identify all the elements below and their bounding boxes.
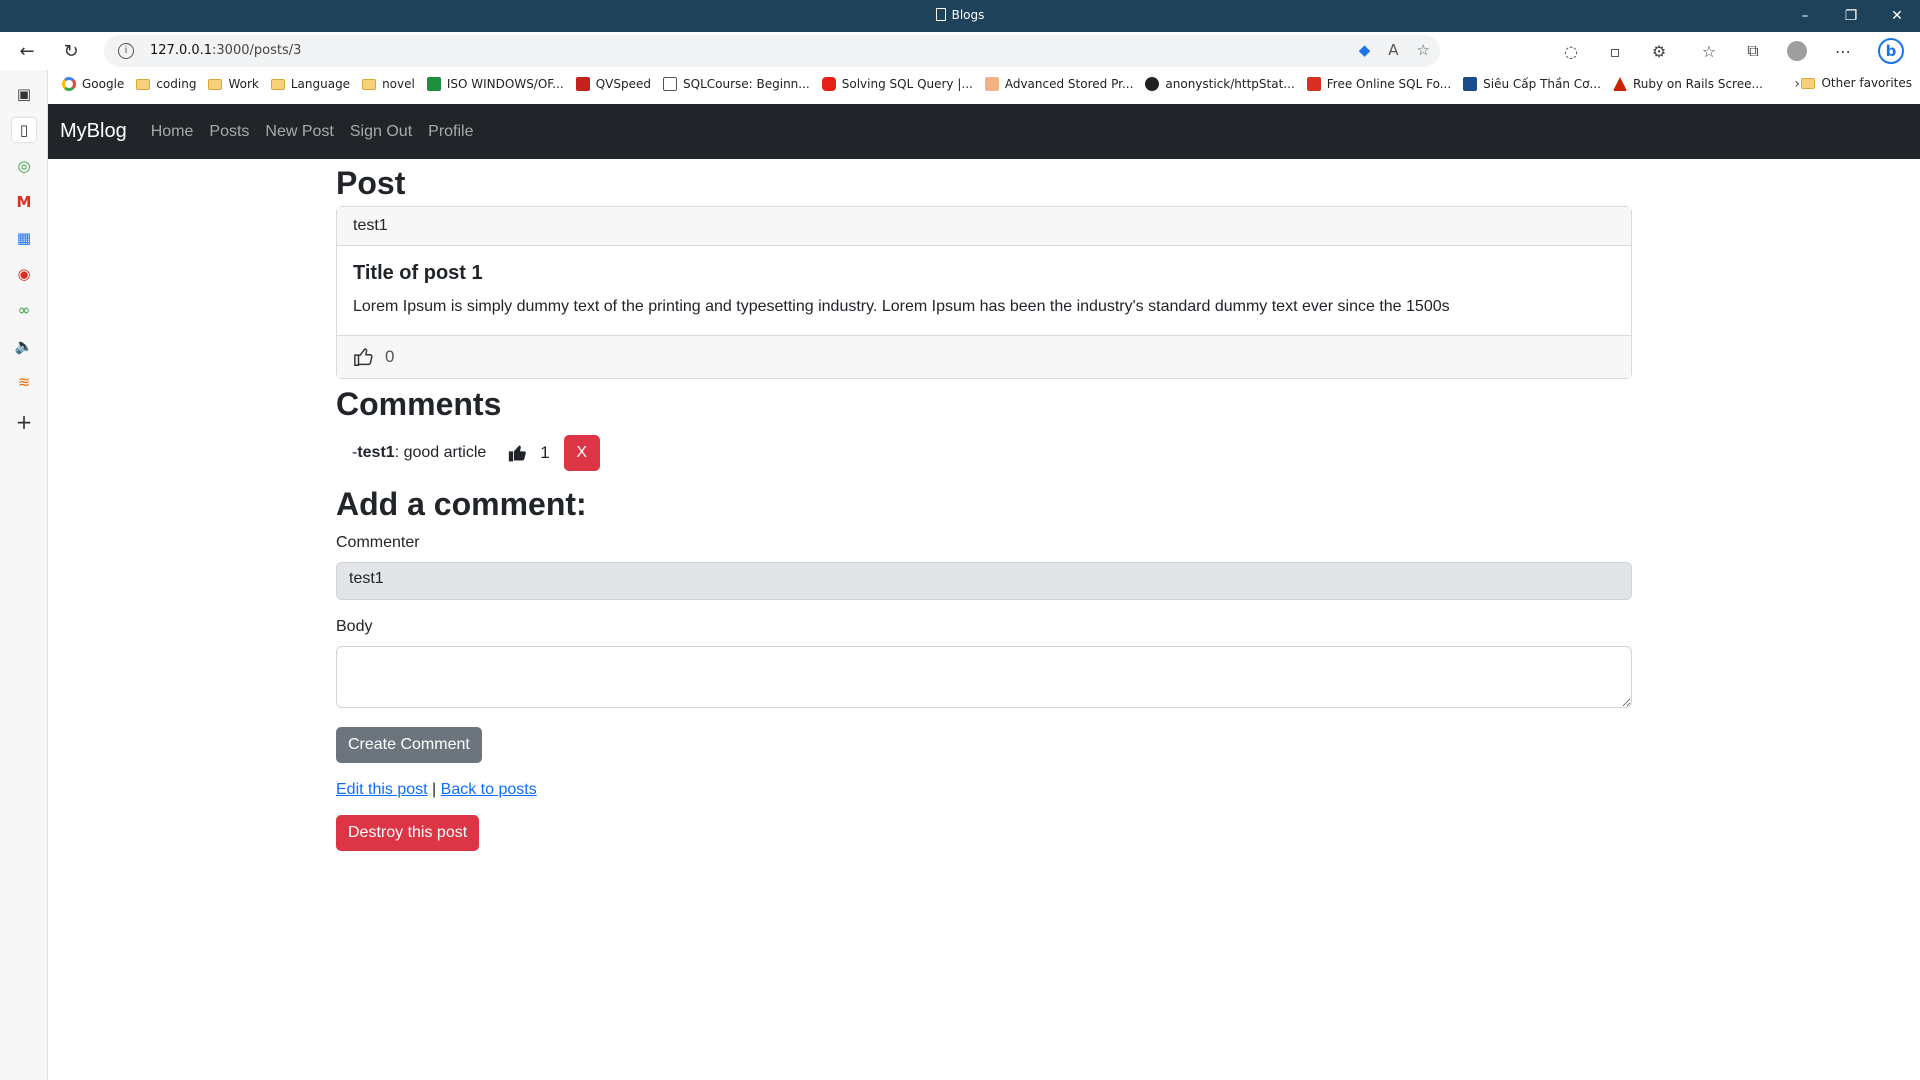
- add-icon[interactable]: +: [12, 410, 36, 434]
- gmail-icon[interactable]: M: [12, 190, 36, 214]
- bookmark-item[interactable]: Work: [208, 77, 259, 91]
- nav-profile[interactable]: Profile: [428, 123, 473, 141]
- thumbs-up-outline-icon[interactable]: [353, 346, 375, 368]
- nav-posts[interactable]: Posts: [209, 123, 249, 141]
- bookmark-favicon-icon: [1306, 77, 1321, 91]
- favorite-star-icon[interactable]: ☆: [1417, 41, 1430, 59]
- folder-icon: [208, 78, 223, 90]
- bookmarks-overflow-chevron-icon[interactable]: ›: [1794, 76, 1800, 92]
- window-title: Blogs: [951, 8, 985, 22]
- comments-heading: Comments: [336, 385, 502, 422]
- bookmarks-bar: Google coding Work Language novel ISO WINDOWS…: [50, 70, 1920, 98]
- create-comment-button[interactable]: Create Comment: [336, 726, 482, 763]
- favorites-icon[interactable]: ☆: [1696, 38, 1722, 64]
- bookmark-favicon-icon: [1145, 77, 1160, 91]
- destroy-post-button[interactable]: Destroy this post: [336, 814, 480, 851]
- browser-toolbar: ← ↻ i 127.0.0.1:3000/posts/3 ◆ A ☆ ◌ ▫ ⚙…: [0, 32, 1920, 70]
- bookmark-favicon-icon: [426, 77, 441, 91]
- comment-body: : good article: [394, 444, 487, 462]
- bookmark-item[interactable]: Language: [270, 77, 350, 91]
- folder-icon: [136, 78, 151, 90]
- back-arrow-icon[interactable]: ←: [14, 38, 40, 64]
- bookmark-favicon-icon: [1612, 77, 1627, 91]
- page-tab-icon[interactable]: ▯: [12, 118, 36, 142]
- commenter-field[interactable]: test1: [336, 561, 1632, 600]
- bookmark-item[interactable]: Google: [62, 77, 124, 91]
- refresh-icon[interactable]: ↻: [58, 38, 84, 64]
- infinity-icon[interactable]: ∞: [12, 298, 36, 322]
- app-navbar: MyBlog Home Posts New Post Sign Out Prof…: [48, 104, 1920, 159]
- delete-comment-button[interactable]: X: [563, 435, 600, 472]
- nav-sign-out[interactable]: Sign Out: [350, 123, 412, 141]
- brand-link[interactable]: MyBlog: [60, 120, 127, 143]
- bookmark-item[interactable]: Free Online SQL Fo...: [1306, 77, 1451, 91]
- edit-post-link[interactable]: Edit this post: [336, 781, 428, 798]
- thumbs-up-filled-icon[interactable]: [508, 443, 528, 463]
- post-body: Lorem Ipsum is simply dummy text of the …: [353, 297, 1450, 315]
- tab-actions-icon[interactable]: ▣: [12, 82, 36, 106]
- site-info-icon[interactable]: i: [118, 43, 134, 59]
- bookmark-favicon-icon: [821, 77, 836, 91]
- restore-button[interactable]: ❐: [1828, 0, 1874, 32]
- speaker-icon[interactable]: 🔈: [12, 334, 36, 358]
- extensions-icon[interactable]: ⚙: [1646, 38, 1672, 64]
- folder-icon: [362, 78, 377, 90]
- profile-avatar-icon[interactable]: [1784, 38, 1810, 64]
- calendar-icon[interactable]: ▦: [12, 226, 36, 250]
- bookmark-item[interactable]: Siêu Cấp Thần Cơ...: [1463, 77, 1601, 91]
- nav-new-post[interactable]: New Post: [265, 123, 333, 141]
- stack-icon[interactable]: ≋: [12, 370, 36, 394]
- folder-icon: [270, 78, 285, 90]
- post-links: Edit this post | Back to posts: [336, 780, 537, 798]
- bookmark-item[interactable]: coding: [136, 77, 196, 91]
- web-page: MyBlog Home Posts New Post Sign Out Prof…: [48, 104, 1920, 1080]
- other-favorites[interactable]: Other favorites: [1801, 76, 1912, 90]
- bookmark-item[interactable]: Solving SQL Query |...: [821, 77, 973, 91]
- bookmark-item[interactable]: Advanced Stored Pr...: [984, 77, 1133, 91]
- browser-sidebar: ▣ ▯ ◎ M ▦ ◉ ∞ 🔈 ≋ +: [0, 70, 48, 1080]
- bookmark-favicon-icon: [575, 77, 590, 91]
- post-card: test1 Title of post 1 Lorem Ipsum is sim…: [336, 205, 1632, 379]
- bookmark-favicon-icon: [663, 77, 677, 91]
- bookmark-item[interactable]: SQLCourse: Beginn...: [663, 77, 810, 91]
- bookmark-favicon-icon: [1463, 77, 1478, 91]
- body-label: Body: [336, 617, 373, 635]
- extension-icon-2[interactable]: ▫: [1602, 38, 1628, 64]
- back-to-posts-link[interactable]: Back to posts: [441, 781, 537, 798]
- comment-body-textarea[interactable]: [336, 645, 1632, 708]
- more-menu-icon[interactable]: ⋯: [1830, 38, 1856, 64]
- bookmark-item[interactable]: anonystick/httpStat...: [1145, 77, 1295, 91]
- comment-like-count: 1: [540, 443, 550, 463]
- check-app-icon[interactable]: ◎: [12, 154, 36, 178]
- bookmark-favicon-icon: [62, 77, 76, 91]
- shield-icon[interactable]: ◆: [1359, 41, 1371, 59]
- bookmark-item[interactable]: Ruby on Rails Scree...: [1612, 77, 1763, 91]
- post-heading: Post: [336, 165, 406, 201]
- extension-icon[interactable]: ◌: [1558, 38, 1584, 64]
- bookmark-favicon-icon: [984, 77, 999, 91]
- add-comment-heading: Add a comment:: [336, 486, 587, 523]
- window-titlebar: Blogs – ❐ ✕: [0, 0, 1920, 32]
- commenter-label: Commenter: [336, 533, 420, 551]
- read-aloud-icon[interactable]: A: [1388, 41, 1398, 59]
- list-item: - test1: good article 1 X: [336, 435, 1632, 472]
- post-title: Title of post 1: [353, 261, 483, 284]
- record-icon[interactable]: ◉: [12, 262, 36, 286]
- page-icon: [935, 8, 946, 21]
- bookmark-item[interactable]: novel: [362, 77, 415, 91]
- collections-icon[interactable]: ⧉: [1740, 38, 1766, 64]
- close-button[interactable]: ✕: [1874, 0, 1920, 32]
- post-author: test1: [337, 206, 1631, 246]
- nav-home[interactable]: Home: [151, 123, 194, 141]
- folder-icon: [1801, 77, 1816, 89]
- bing-copilot-icon[interactable]: b: [1878, 38, 1904, 64]
- post-like-count: 0: [385, 346, 395, 366]
- bookmark-item[interactable]: QVSpeed: [575, 77, 651, 91]
- url-text[interactable]: 127.0.0.1:3000/posts/3: [150, 43, 301, 58]
- minimize-button[interactable]: –: [1782, 0, 1828, 32]
- comment-author: test1: [357, 444, 395, 462]
- bookmark-item[interactable]: ISO WINDOWS/OF...: [426, 77, 564, 91]
- main-content: Post test1 Title of post 1 Lorem Ipsum i…: [336, 159, 1632, 851]
- address-bar[interactable]: i 127.0.0.1:3000/posts/3 ◆ A ☆: [104, 35, 1440, 67]
